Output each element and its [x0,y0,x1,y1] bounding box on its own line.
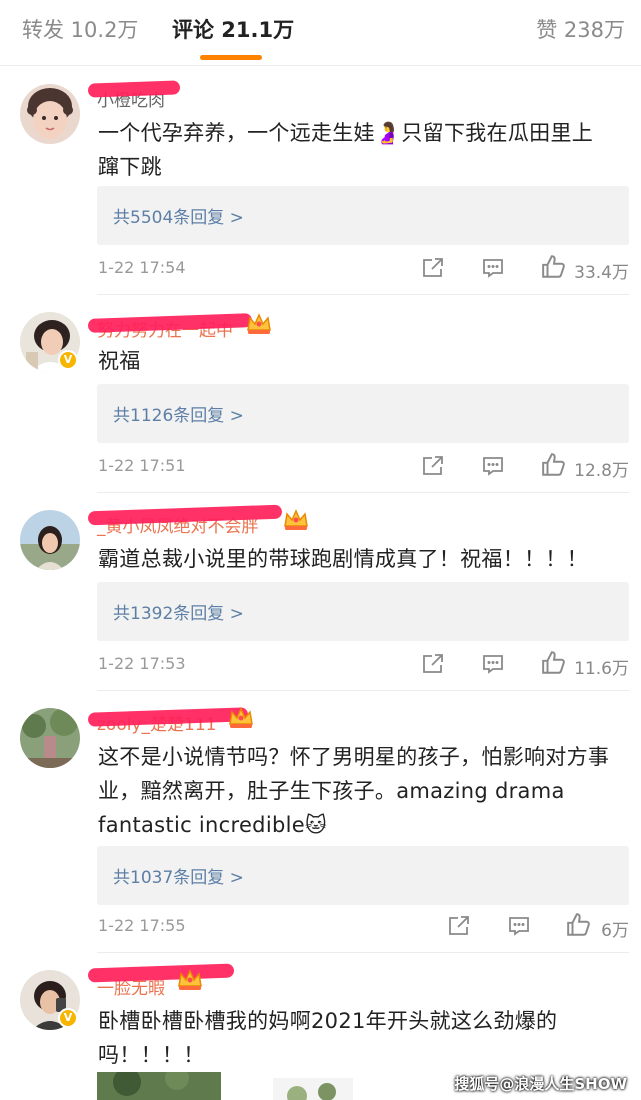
comment-text: 祝福 [98,349,141,373]
comment-item: 小橙吃肉 一个代孕弃养，一个远走生娃🤰只留下我在瓜田里上蹿下跳 共5504条回复… [0,66,641,294]
comment-text: 霸道总裁小说里的带球跑剧情成真了！祝福！！！！ [98,547,588,571]
thumbs-up-icon[interactable] [541,650,565,674]
comment-text: 一个代孕弃养，一个远走生娃🤰只留下我在瓜田里上蹿下跳 [98,121,594,179]
reply-count-link[interactable]: 共1126条回复 > [113,401,244,426]
comment-icon[interactable] [481,256,505,280]
reply-summary-box[interactable]: 共1126条回复 > [97,384,629,443]
avatar[interactable] [20,84,80,144]
comment-timestamp: 1-22 17:51 [98,456,186,475]
verified-v-icon: V [58,350,78,370]
avatar[interactable] [20,510,80,570]
like-count: 11.6万 [574,659,629,679]
comment-timestamp: 1-22 17:54 [98,258,186,277]
reply-count-link[interactable]: 共1037条回复 > [113,863,244,888]
like-count: 12.8万 [574,461,629,481]
reply-summary-box[interactable]: 共5504条回复 > [97,186,629,245]
redaction-scribble [87,963,235,983]
comment-item: zooly_楚楚111 这不是小说情节吗？怀了男明星的孩子，怕影响对方事业，黯然… [0,690,641,952]
comment-item: _黄小凤凤绝对不会胖 霸道总裁小说里的带球跑剧情成真了！祝福！！！！ 共1392… [0,492,641,690]
comment-item: V 努力努力在一起中 祝福 共1126条回复 > 1-22 17:51 12.8… [0,294,641,492]
reply-summary-box[interactable]: 共1037条回复 > [97,846,629,905]
thumbs-up-icon[interactable] [566,912,590,936]
reply-count-link[interactable]: 共5504条回复 > [113,203,244,228]
tab-bar: 转发 10.2万 评论 21.1万 赞 238万 [0,0,641,66]
comment-icon[interactable] [507,914,531,938]
comment-text: 卧槽卧槽卧槽我的妈啊2021年开头就这么劲爆的吗！！！！ [98,1009,558,1067]
active-tab-indicator [200,55,262,60]
tab-likes[interactable]: 赞 238万 [536,14,625,44]
like-count: 6万 [601,921,629,941]
comment-timestamp: 1-22 17:55 [98,916,186,935]
thumbs-up-icon[interactable] [541,452,565,476]
comment-icon[interactable] [481,454,505,478]
tab-comments[interactable]: 评论 21.1万 [172,14,294,44]
crown-icon [245,312,273,336]
reply-summary-box[interactable]: 共1392条回复 > [97,582,629,641]
share-icon[interactable] [421,652,445,676]
verified-v-icon: V [58,1008,78,1028]
comment-timestamp: 1-22 17:53 [98,654,186,673]
avatar[interactable] [20,708,80,768]
thumbs-up-icon[interactable] [541,254,565,278]
comment-text: 这不是小说情节吗？怀了男明星的孩子，怕影响对方事业，黯然离开，肚子生下孩子。am… [98,745,610,837]
reply-count-link[interactable]: 共1392条回复 > [113,599,244,624]
tab-repost[interactable]: 转发 10.2万 [22,14,138,44]
like-count: 33.4万 [574,263,629,283]
redaction-scribble [87,80,181,98]
crown-icon [282,508,310,532]
share-icon[interactable] [447,914,471,938]
share-icon[interactable] [421,256,445,280]
crown-icon [227,706,255,730]
comment-icon[interactable] [481,652,505,676]
share-icon[interactable] [421,454,445,478]
crown-icon [176,968,204,992]
watermark: 搜狐号@浪漫人生SHOW [454,1075,627,1093]
